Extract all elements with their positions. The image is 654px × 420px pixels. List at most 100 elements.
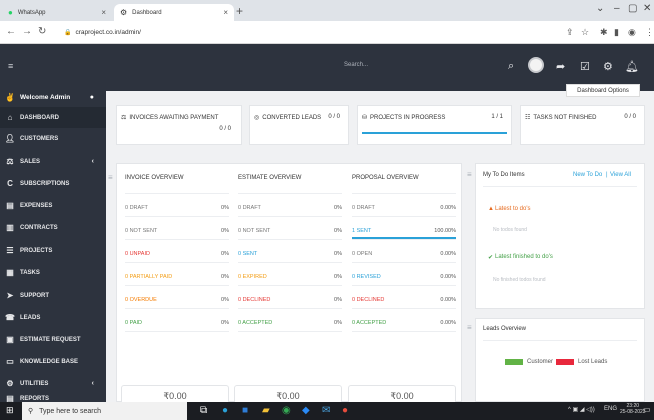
store-icon[interactable]: ■ — [242, 405, 248, 416]
extension-icon[interactable]: ✱ — [600, 27, 608, 38]
stat-card-title: PROJECTS IN PROGRESS — [370, 114, 446, 121]
task-view-icon[interactable]: ⧉ — [200, 405, 207, 416]
overview-row-label[interactable]: 0 PARTIALLY PAID — [125, 274, 172, 280]
overview-row[interactable]: 0 UNPAID 0% — [125, 240, 229, 263]
overview-row-label[interactable]: 0 UNPAID — [125, 251, 150, 257]
back-icon[interactable]: ← — [6, 26, 16, 37]
menu-icon[interactable]: ⋮ — [645, 27, 654, 38]
dashboard-options-tooltip[interactable]: Dashboard Options — [566, 84, 640, 97]
overview-row[interactable]: 0 DRAFT 0% — [125, 194, 229, 217]
overview-row[interactable]: 0 DECLINED 0% — [238, 286, 342, 309]
overview-row-label[interactable]: 0 OPEN — [352, 251, 372, 257]
sidebar-item-contracts[interactable]: ▥ CONTRACTS — [0, 217, 106, 238]
tab-whatsapp[interactable]: ● WhatsApp × — [2, 4, 112, 21]
profile-icon[interactable]: ◉ — [628, 27, 636, 38]
hamburger-icon[interactable]: ≡ — [8, 61, 13, 71]
overview-row[interactable]: 0 ACCEPTED 0.00% — [352, 309, 456, 332]
overview-row-label[interactable]: 0 ACCEPTED — [238, 320, 272, 326]
overview-row-label[interactable]: 0 OVERDUE — [125, 297, 157, 303]
sidebar-item-reports[interactable]: ▤ REPORTS — [0, 395, 106, 402]
language-indicator[interactable]: ENG — [604, 406, 617, 412]
overview-row[interactable]: 0 DRAFT 0% — [238, 194, 342, 217]
search-icon[interactable]: ⌕ — [508, 60, 514, 73]
overview-row[interactable]: 0 REVISED 0.00% — [352, 263, 456, 286]
chevron-down-icon[interactable]: ⌄ — [596, 3, 604, 14]
overview-row-label[interactable]: 0 SENT — [238, 251, 257, 257]
close-icon[interactable]: × — [101, 8, 106, 17]
overview-row[interactable]: 0 OVERDUE 0% — [125, 286, 229, 309]
app-icon[interactable]: ◆ — [302, 405, 310, 416]
sidebar-item-customers[interactable]: 👤︎ CUSTOMERS — [0, 128, 106, 149]
sidebar-item-knowledge-base[interactable]: ▭ KNOWLEDGE BASE — [0, 351, 106, 372]
checkbox-icon[interactable]: ☑ — [580, 60, 590, 73]
overview-row-label[interactable]: 0 ACCEPTED — [352, 320, 386, 326]
overview-row[interactable]: 0 PAID 0% — [125, 309, 229, 332]
overview-row-label[interactable]: 0 DRAFT — [238, 205, 261, 211]
overview-row[interactable]: 0 NOT SENT 0% — [238, 217, 342, 240]
bell-icon[interactable]: 🔔︎ — [625, 60, 639, 73]
overview-row-label[interactable]: 0 REVISED — [352, 274, 381, 280]
edge-icon[interactable]: ● — [222, 405, 228, 416]
chrome-icon[interactable]: ◉ — [282, 405, 291, 416]
search-input[interactable]: Search... — [344, 62, 368, 68]
sidebar-item-support[interactable]: ➤ SUPPORT — [0, 285, 106, 306]
clock[interactable]: 23:20 25-08-2023 — [620, 403, 646, 415]
circle-icon[interactable]: ● — [90, 94, 94, 101]
overview-row[interactable]: 0 PARTIALLY PAID 0% — [125, 263, 229, 286]
maximize-icon[interactable]: ▢ — [628, 3, 637, 14]
sidebar-item-projects[interactable]: ☰ PROJECTS — [0, 240, 106, 261]
share-icon[interactable]: ⇪ — [566, 27, 574, 38]
view-all-link[interactable]: View All — [610, 172, 631, 178]
overview-row-label[interactable]: 0 DRAFT — [125, 205, 148, 211]
overview-row-label[interactable]: 0 DECLINED — [352, 297, 384, 303]
sidebar-item-utilities[interactable]: ⚙ UTILITIES ‹ — [0, 373, 106, 394]
overview-row[interactable]: 0 NOT SENT 0% — [125, 217, 229, 240]
overview-row-label[interactable]: 0 NOT SENT — [125, 228, 157, 234]
reload-icon[interactable]: ↻ — [38, 26, 46, 37]
sidebar-item-subscriptions[interactable]: C SUBSCRIPTIONS — [0, 173, 106, 194]
overview-row[interactable]: 0 SENT 0% — [238, 240, 342, 263]
forward-icon[interactable]: → — [22, 26, 32, 37]
overview-row[interactable]: 0 DRAFT 0.00% — [352, 194, 456, 217]
share-arrow-icon[interactable]: ➦ — [556, 60, 565, 73]
tab-dashboard[interactable]: ⚙ Dashboard × — [114, 4, 234, 21]
gear-icon[interactable]: ⚙ — [603, 60, 613, 73]
overview-row-label[interactable]: 0 DECLINED — [238, 297, 270, 303]
sidebar-item-sales[interactable]: ⚖ SALES ‹ — [0, 151, 106, 172]
sidebar-item-dashboard[interactable]: ⌂ DASHBOARD — [0, 107, 106, 128]
new-tab-button[interactable]: + — [236, 4, 243, 18]
leads-overview-title: Leads Overview — [483, 326, 527, 332]
overview-row[interactable]: 1 SENT 100.00% — [352, 217, 456, 240]
overview-row-label[interactable]: 0 NOT SENT — [238, 228, 270, 234]
drag-handle-icon[interactable]: ≡ — [467, 323, 472, 332]
star-icon[interactable]: ☆ — [581, 27, 589, 38]
overview-row-label[interactable]: 0 DRAFT — [352, 205, 375, 211]
file-explorer-icon[interactable]: ▰ — [262, 405, 270, 416]
overview-row[interactable]: 0 DECLINED 0.00% — [352, 286, 456, 309]
drag-handle-icon[interactable]: ≡ — [467, 170, 472, 179]
overview-row-label[interactable]: 0 EXPIRED — [238, 274, 267, 280]
overview-row-label[interactable]: 0 PAID — [125, 320, 142, 326]
sidebar-item-expenses[interactable]: ▤ EXPENSES — [0, 195, 106, 216]
taskbar-search-input[interactable]: ⚲ Type here to search — [22, 402, 187, 420]
windows-start-icon[interactable]: ⊞ — [6, 405, 14, 416]
url-field[interactable]: 🔒 craproject.co.in/admin/ — [58, 25, 548, 40]
mail-icon[interactable]: ✉ — [322, 405, 330, 416]
drag-handle-icon[interactable]: ≡ — [108, 173, 113, 182]
overview-row[interactable]: 0 OPEN 0.00% — [352, 240, 456, 263]
system-tray-icons[interactable]: ^ ▣ ◢ ◁)) — [568, 406, 595, 413]
minimize-icon[interactable]: – — [614, 3, 620, 14]
sidebar-item-estimate-request[interactable]: ▣ ESTIMATE REQUEST — [0, 329, 106, 350]
sidepanel-icon[interactable]: ▮ — [614, 27, 619, 38]
close-icon[interactable]: × — [223, 8, 228, 17]
avatar[interactable] — [528, 57, 544, 73]
media-icon[interactable]: ● — [342, 405, 348, 416]
close-window-icon[interactable]: ✕ — [643, 3, 651, 14]
overview-row[interactable]: 0 ACCEPTED 0% — [238, 309, 342, 332]
overview-row-label[interactable]: 1 SENT — [352, 228, 371, 234]
sidebar-item-tasks[interactable]: ▦ TASKS — [0, 262, 106, 283]
notification-icon[interactable]: ▭ — [643, 405, 651, 414]
sidebar-item-leads[interactable]: ☎ LEADS — [0, 307, 106, 328]
overview-row[interactable]: 0 EXPIRED 0% — [238, 263, 342, 286]
new-todo-link[interactable]: New To Do — [573, 172, 602, 178]
